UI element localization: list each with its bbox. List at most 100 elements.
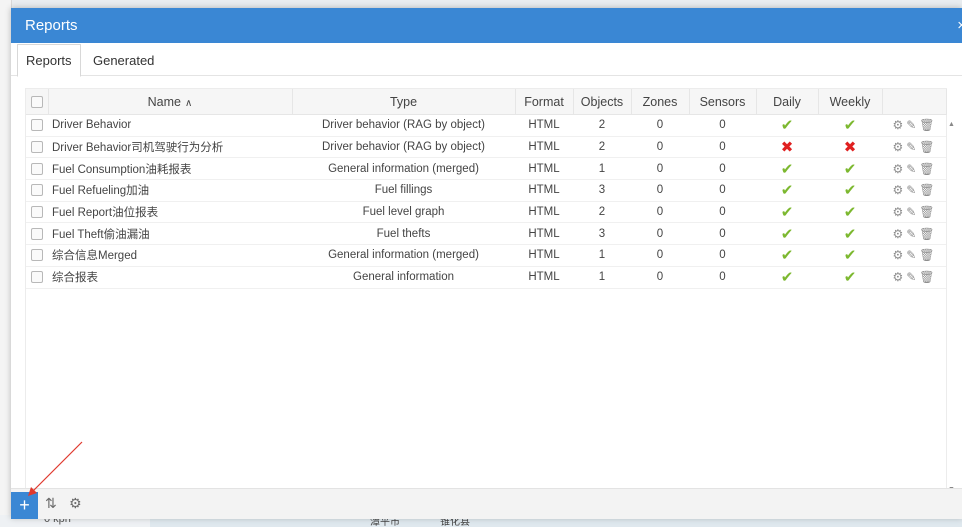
row-checkbox[interactable] [31,162,43,175]
row-checkbox[interactable] [31,119,43,132]
report-sensors: 0 [689,201,756,224]
row-checkbox[interactable] [31,227,43,240]
table-row[interactable]: 综合报表 General information HTML 1 0 0 ✔ ✔ ⚙ ✎ 🗑 [26,266,946,289]
report-zones: 0 [631,114,689,137]
pencil-icon[interactable]: ✎ [906,118,917,132]
table-body: Driver Behavior Driver behavior (RAG by o… [26,114,946,289]
dialog-title: Reports [25,17,78,34]
row-actions: ⚙ ✎ 🗑 [882,201,946,224]
report-objects: 3 [573,179,631,202]
row-checkbox[interactable] [31,249,43,262]
report-daily: ✖ [756,136,818,159]
row-checkbox[interactable] [31,184,43,197]
pencil-icon[interactable]: ✎ [906,205,917,219]
check-icon: ✔ [780,117,794,135]
refresh-icon[interactable]: ⇅ [45,495,57,512]
report-objects: 3 [573,222,631,246]
check-icon: ✔ [780,247,794,265]
row-checkbox[interactable] [31,141,43,154]
row-actions: ⚙ ✎ 🗑 [882,244,946,267]
report-format: HTML [515,179,573,202]
table-row[interactable]: 综合信息Merged General information (merged) HT… [26,244,946,267]
column-header-format[interactable]: Format [515,89,574,115]
report-name: Fuel Theft偷油漏油 [48,222,292,246]
row-actions: ⚙ ✎ 🗑 [882,179,946,202]
table-row[interactable]: Driver Behavior Driver behavior (RAG by o… [26,114,946,137]
report-daily: ✔ [756,244,818,267]
table-row[interactable]: Fuel Theft偷油漏油 Fuel thefts HTML 3 0 0 ✔ ✔ ⚙ ✎ 🗑 [26,222,946,246]
check-icon: ✔ [843,160,857,178]
check-icon: ✔ [780,225,794,243]
tab-reports[interactable]: Reports [17,44,81,77]
report-format: HTML [515,136,573,159]
report-type: Driver behavior (RAG by object) [292,136,515,159]
report-name: 综合报表 [48,266,292,289]
table-row[interactable]: Fuel Consumption油耗报表 General information … [26,157,946,181]
pencil-icon[interactable]: ✎ [906,270,917,284]
report-name: Driver Behavior [48,114,292,137]
add-report-button[interactable]: + [11,492,38,519]
column-header-type[interactable]: Type [292,89,516,115]
pencil-icon[interactable]: ✎ [906,248,917,262]
report-daily: ✔ [756,201,818,224]
gears-icon[interactable]: ⚙ [892,248,904,262]
gears-icon[interactable]: ⚙ [892,205,904,219]
column-header-zones[interactable]: Zones [631,89,690,115]
report-objects: 1 [573,244,631,267]
trash-icon[interactable]: 🗑 [919,227,935,241]
report-weekly: ✖ [818,136,882,159]
tab-generated[interactable]: Generated [85,45,162,76]
report-type: General information (merged) [292,244,515,267]
table-row[interactable]: Fuel Refueling加油 Fuel fillings HTML 3 0 0 ✔ ✔ ⚙ ✎… [26,179,946,202]
column-header-objects[interactable]: Objects [573,89,632,115]
report-sensors: 0 [689,266,756,289]
trash-icon[interactable]: 🗑 [919,162,935,176]
pencil-icon[interactable]: ✎ [906,162,917,176]
pencil-icon[interactable]: ✎ [906,140,917,154]
check-icon: ✔ [780,182,794,200]
row-actions: ⚙ ✎ 🗑 [882,266,946,289]
select-all-checkbox[interactable] [30,96,43,109]
gears-icon[interactable]: ⚙ [892,227,904,241]
table-scrollbar[interactable]: ▲ ▼ [948,121,958,493]
gears-icon[interactable]: ⚙ [892,118,904,132]
table-row[interactable]: Driver Behavior司机驾驶行为分析 Driver behavior (… [26,136,946,159]
row-checkbox[interactable] [31,271,43,284]
report-format: HTML [515,222,573,246]
gears-icon[interactable]: ⚙ [892,162,904,176]
report-weekly: ✔ [818,179,882,202]
dialog-titlebar[interactable]: Reports × [11,8,962,43]
row-select-cell [26,136,48,159]
gears-icon[interactable]: ⚙ [892,183,904,197]
column-header-sensors[interactable]: Sensors [689,89,757,115]
check-icon: ✔ [843,204,857,222]
check-icon: ✔ [843,225,857,243]
trash-icon[interactable]: 🗑 [919,183,935,197]
report-objects: 2 [573,201,631,224]
report-format: HTML [515,201,573,224]
column-header-name[interactable]: Name ∧ [48,89,293,115]
pencil-icon[interactable]: ✎ [906,227,917,241]
table-row[interactable]: Fuel Report油位报表 Fuel level graph HTML 2 0 0 ✔ ✔… [26,201,946,224]
report-daily: ✔ [756,179,818,202]
scroll-up-icon[interactable]: ▲ [948,121,955,128]
row-checkbox[interactable] [31,206,43,219]
trash-icon[interactable]: 🗑 [919,140,935,154]
trash-icon[interactable]: 🗑 [919,248,935,262]
cross-icon: ✖ [843,139,857,157]
sort-up-icon: ∧ [185,97,193,109]
trash-icon[interactable]: 🗑 [919,205,935,219]
report-sensors: 0 [689,244,756,267]
pencil-icon[interactable]: ✎ [906,183,917,197]
trash-icon[interactable]: 🗑 [919,118,935,132]
gears-icon[interactable]: ⚙ [892,140,904,154]
column-header-weekly[interactable]: Weekly [818,89,883,115]
cross-icon: ✖ [780,139,794,157]
column-header-daily[interactable]: Daily [756,89,819,115]
report-type: General information [292,266,515,289]
dialog-footer: + ⇅ ⚙ [11,488,962,519]
gears-icon[interactable]: ⚙ [892,270,904,284]
trash-icon[interactable]: 🗑 [919,270,935,284]
settings-icon[interactable]: ⚙ [69,495,82,512]
close-button[interactable]: × [957,8,962,43]
